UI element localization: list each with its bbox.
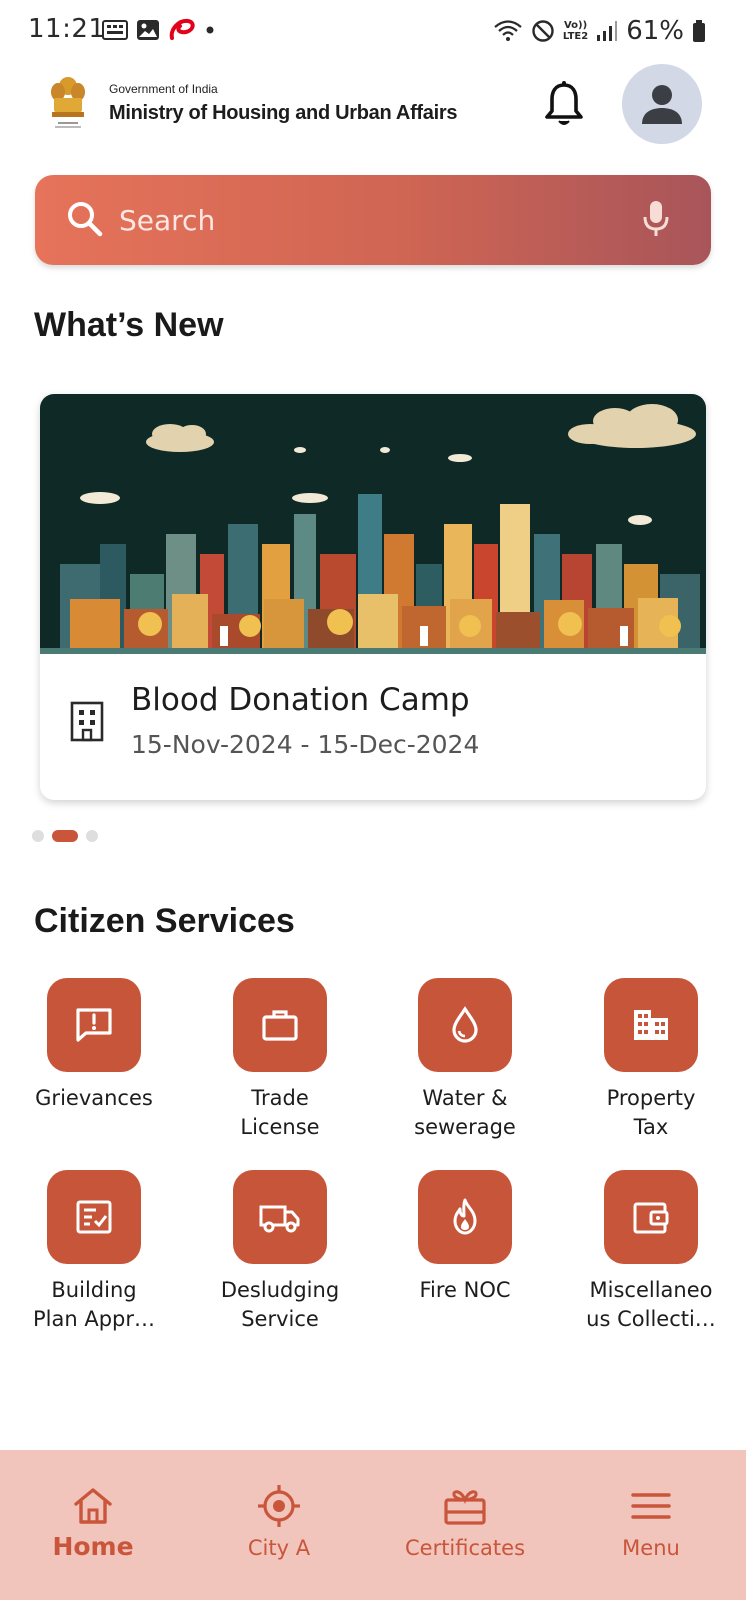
- nav-icon-wrap: [631, 1484, 671, 1528]
- building-icon: [70, 701, 104, 742]
- national-emblem-logo: [51, 77, 85, 128]
- nav-label-certificates: Certificates: [404, 1536, 526, 1560]
- profile-avatar-button[interactable]: [622, 64, 702, 144]
- news-card-body: Blood Donation Camp 15-Nov-2024 - 15-Dec…: [40, 654, 706, 800]
- briefcase-icon: [262, 1010, 298, 1041]
- signal-icon: [597, 21, 618, 41]
- menu-icon: [631, 1493, 671, 1519]
- news-dates: 15-Nov-2024 - 15-Dec-2024: [131, 730, 480, 759]
- nav-icon-wrap: [443, 1484, 487, 1528]
- nav-label-menu: Menu: [622, 1536, 680, 1560]
- battery-icon: [693, 20, 705, 42]
- city-skyline-banner-image: [40, 394, 706, 654]
- service-property-tax[interactable]: Property Tax: [558, 978, 744, 1142]
- system-indicators: Vo)) LTE2 61%: [493, 16, 706, 46]
- gallery-icon: [137, 20, 159, 40]
- fire-icon: [453, 1198, 477, 1235]
- search-bar[interactable]: [35, 175, 711, 265]
- service-grievances[interactable]: Grievances: [1, 978, 187, 1113]
- ministry-name: Ministry of Housing and Urban Affairs: [109, 102, 458, 124]
- water-drop-icon: [452, 1006, 478, 1043]
- status-bar: 11:21 Vo)) LTE2 61%: [0, 0, 746, 64]
- search-input[interactable]: [119, 195, 639, 245]
- service-fire-noc[interactable]: Fire NOC: [372, 1170, 558, 1305]
- service-label: Fire NOC: [419, 1278, 511, 1302]
- whats-new-title: What’s New: [34, 306, 224, 344]
- carousel-dot[interactable]: [86, 830, 98, 842]
- service-building-plan-approval[interactable]: Building Plan Appr…: [1, 1170, 187, 1334]
- building-icon: [634, 1010, 668, 1040]
- wallet-icon: [633, 1202, 669, 1234]
- notification-icons: [102, 18, 216, 42]
- service-label: Desludging Service: [220, 1278, 340, 1331]
- nav-menu[interactable]: Menu: [558, 1450, 744, 1600]
- service-label: Grievances: [35, 1086, 153, 1110]
- service-tile: [233, 978, 327, 1072]
- service-label: Building Plan Appr…: [32, 1278, 155, 1331]
- status-time: 11:21: [28, 14, 106, 44]
- airtel-icon: [169, 18, 195, 40]
- notifications-button[interactable]: [540, 76, 588, 132]
- service-tile: [47, 978, 141, 1072]
- nav-certificates[interactable]: Certificates: [372, 1450, 558, 1600]
- keyboard-app-icon: [102, 20, 128, 40]
- service-label: Trade License: [240, 1086, 320, 1139]
- citizen-services-title: Citizen Services: [34, 902, 295, 940]
- truck-icon: [259, 1205, 300, 1233]
- volte-indicator: Vo)) LTE2: [562, 20, 589, 42]
- service-tile: [233, 1170, 327, 1264]
- news-title: Blood Donation Camp: [131, 682, 470, 718]
- government-of-india-label: Government of India: [109, 82, 218, 96]
- do-not-disturb-icon: [532, 20, 554, 42]
- service-tile: [47, 1170, 141, 1264]
- home-icon: [74, 1488, 112, 1524]
- service-tile: [418, 978, 512, 1072]
- carousel-dot-active[interactable]: [52, 830, 78, 842]
- wifi-icon: [494, 20, 522, 41]
- service-miscellaneous-collection[interactable]: Miscellaneo us Collecti…: [558, 1170, 744, 1334]
- carousel-dot[interactable]: [32, 830, 44, 842]
- nav-home[interactable]: Home: [0, 1450, 186, 1600]
- service-label: Property Tax: [606, 1086, 696, 1139]
- certificate-icon: [444, 1490, 486, 1525]
- nav-label-city: City A: [247, 1536, 311, 1560]
- service-tile: [604, 978, 698, 1072]
- nav-city[interactable]: City A: [186, 1450, 372, 1600]
- service-trade-license[interactable]: Trade License: [187, 978, 373, 1142]
- app-screen: 11:21 Vo)) LTE2 61% Government of India …: [0, 0, 746, 1600]
- service-label: Water & sewerage: [414, 1086, 516, 1139]
- bottom-navigation: Home City A Certificates Menu: [0, 1450, 746, 1600]
- service-desludging[interactable]: Desludging Service: [187, 1170, 373, 1334]
- location-target-icon: [258, 1485, 300, 1527]
- service-label: Miscellaneo us Collecti…: [586, 1278, 716, 1331]
- service-water-sewerage[interactable]: Water & sewerage: [372, 978, 558, 1142]
- battery-percent: 61%: [626, 16, 684, 46]
- nav-icon-wrap: [257, 1484, 301, 1528]
- bell-icon: [545, 81, 583, 125]
- grievance-icon: [76, 1008, 112, 1042]
- nav-label-home: Home: [52, 1532, 134, 1561]
- ministry-title-block: Government of India Ministry of Housing …: [109, 82, 457, 125]
- microphone-icon[interactable]: [641, 199, 671, 239]
- search-icon: [68, 202, 103, 237]
- nav-icon-wrap: [72, 1484, 114, 1528]
- more-dot-icon: [206, 26, 214, 34]
- carousel-indicator: [32, 830, 98, 842]
- checklist-icon: [76, 1200, 112, 1234]
- news-card[interactable]: Blood Donation Camp 15-Nov-2024 - 15-Dec…: [40, 394, 706, 800]
- service-tile: [604, 1170, 698, 1264]
- service-tile: [418, 1170, 512, 1264]
- person-icon: [642, 85, 682, 124]
